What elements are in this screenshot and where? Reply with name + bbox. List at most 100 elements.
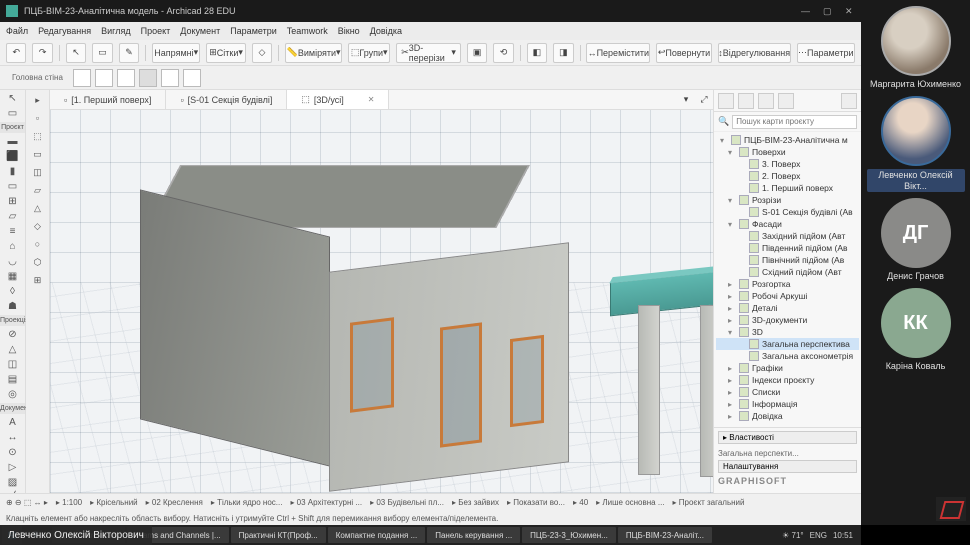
sec-tool-8[interactable]: ◇ bbox=[29, 218, 47, 234]
tree-node[interactable]: ▾ПЦБ-BIM-23-Аналітична м bbox=[716, 134, 859, 146]
sec-tool-6[interactable]: ▱ bbox=[29, 182, 47, 198]
nav-view-map-icon[interactable] bbox=[738, 93, 754, 109]
detail-tool[interactable]: ◎ bbox=[3, 388, 23, 401]
tree-node[interactable]: ▾Розрізи bbox=[716, 194, 859, 206]
roof-tool[interactable]: ⌂ bbox=[3, 240, 23, 253]
menu-довідка[interactable]: Довідка bbox=[370, 26, 402, 36]
redo-button[interactable]: ↷ bbox=[32, 43, 52, 63]
infobox-btn-4[interactable] bbox=[139, 69, 157, 87]
navigator-search-input[interactable] bbox=[732, 115, 857, 129]
taskbar-item-6[interactable]: ПЦБ-BIM-23-Аналіт... bbox=[618, 527, 712, 543]
column-tool[interactable]: ▮ bbox=[3, 165, 23, 178]
tree-node[interactable]: S-01 Секція будівлі (Ав bbox=[716, 206, 859, 218]
participant[interactable]: Левченко Олексій Вікт... bbox=[867, 96, 965, 193]
pen-tool-button[interactable]: ✎ bbox=[119, 43, 139, 63]
tree-node[interactable]: ▸Графіки bbox=[716, 362, 859, 374]
infobox-btn-3[interactable] bbox=[117, 69, 135, 87]
status-item-8[interactable]: ▸ Лише основна ... bbox=[596, 498, 664, 507]
tree-node[interactable]: Північний підйом (Ав bbox=[716, 254, 859, 266]
sec-tool-4[interactable]: ▭ bbox=[29, 146, 47, 162]
slab-tool[interactable]: ▱ bbox=[3, 210, 23, 223]
settings-button[interactable]: Налаштування bbox=[718, 460, 857, 473]
tabs-overflow-button[interactable]: ▾ bbox=[677, 94, 695, 105]
grid-dropdown[interactable]: ⊞ Сітки ▾ bbox=[206, 43, 245, 63]
tree-node[interactable]: 2. Поверх bbox=[716, 170, 859, 182]
infobox-btn-1[interactable] bbox=[73, 69, 91, 87]
move-button[interactable]: ↔ Перемістити bbox=[586, 43, 650, 63]
wall-tool[interactable]: ▬ bbox=[3, 135, 23, 148]
level-tool[interactable]: ⊙ bbox=[3, 446, 23, 459]
dim-tool[interactable]: ↔ bbox=[3, 431, 23, 444]
interior-tool[interactable]: ◫ bbox=[3, 358, 23, 371]
taskbar-item-3[interactable]: Компактне подання ... bbox=[328, 527, 426, 543]
minimize-button[interactable]: — bbox=[801, 6, 811, 16]
sec-tool-1[interactable]: ▸ bbox=[29, 92, 47, 108]
menu-документ[interactable]: Документ bbox=[180, 26, 220, 36]
tool-b-button[interactable]: ◨ bbox=[553, 43, 573, 63]
close-tab-icon[interactable]: ✕ bbox=[368, 95, 375, 104]
fill-tool[interactable]: ▨ bbox=[3, 476, 23, 489]
tree-node[interactable]: ▸Довідка bbox=[716, 410, 859, 422]
menu-проект[interactable]: Проект bbox=[141, 26, 171, 36]
tab-3d[interactable]: ⬚ [3D/усі] ✕ bbox=[287, 90, 389, 109]
groups-dropdown[interactable]: ⬚ Групи ▾ bbox=[348, 43, 390, 63]
scale-selector[interactable]: ▸ 1:100 bbox=[56, 498, 82, 507]
properties-header[interactable]: ▸ Властивості bbox=[718, 431, 857, 444]
tree-node[interactable]: Південний підйом (Ав bbox=[716, 242, 859, 254]
params-button[interactable]: ⋯ Параметри bbox=[797, 43, 855, 63]
tracking-dropdown[interactable]: Напрямні ▾ bbox=[152, 43, 200, 63]
menu-файл[interactable]: Файл bbox=[6, 26, 28, 36]
nav-publisher-icon[interactable] bbox=[778, 93, 794, 109]
camera-button[interactable]: ▣ bbox=[467, 43, 487, 63]
beam-tool[interactable]: ▭ bbox=[3, 180, 23, 193]
status-item-1[interactable]: ▸ 02 Креслення bbox=[146, 498, 203, 507]
status-item-3[interactable]: ▸ 03 Архітектурні ... bbox=[290, 498, 362, 507]
status-item-9[interactable]: ▸ Проєкт загальний bbox=[673, 498, 745, 507]
status-item-2[interactable]: ▸ Тільки ядро нос... bbox=[211, 498, 283, 507]
tree-node[interactable]: ▸Списки bbox=[716, 386, 859, 398]
window-tool[interactable]: ⊞ bbox=[3, 195, 23, 208]
stair-tool[interactable]: ≡ bbox=[3, 225, 23, 238]
tree-node[interactable]: ▾Поверхи bbox=[716, 146, 859, 158]
door-tool[interactable]: ⬛ bbox=[3, 150, 23, 163]
sec-tool-5[interactable]: ◫ bbox=[29, 164, 47, 180]
sec-tool-11[interactable]: ⊞ bbox=[29, 272, 47, 288]
tree-node[interactable]: ▸Розгортка bbox=[716, 278, 859, 290]
tree-node[interactable]: 3. Поверх bbox=[716, 158, 859, 170]
status-item-5[interactable]: ▸ Без зайвих bbox=[452, 498, 499, 507]
menu-параметри[interactable]: Параметри bbox=[230, 26, 277, 36]
sec-tool-9[interactable]: ○ bbox=[29, 236, 47, 252]
tab-floor[interactable]: ▫ [1. Перший поверх] bbox=[50, 90, 166, 109]
status-item-7[interactable]: ▸ 40 bbox=[573, 498, 588, 507]
status-item-4[interactable]: ▸ 03 Будівельні пл... bbox=[370, 498, 444, 507]
taskbar-item-4[interactable]: Панель керування ... bbox=[427, 527, 520, 543]
nav-close-icon[interactable] bbox=[841, 93, 857, 109]
back-button[interactable]: ↩ Повернути bbox=[656, 43, 712, 63]
participant[interactable]: ДГДенис Грачов bbox=[867, 198, 965, 282]
tool-a-button[interactable]: ◧ bbox=[527, 43, 547, 63]
arrow-tool[interactable]: ↖ bbox=[3, 92, 23, 105]
orbit-button[interactable]: ⟲ bbox=[493, 43, 513, 63]
sec-tool-2[interactable]: ▫ bbox=[29, 110, 47, 126]
status-item-6[interactable]: ▸ Показати во... bbox=[507, 498, 565, 507]
tree-node[interactable]: Загальна аксонометрія bbox=[716, 350, 859, 362]
taskbar-item-5[interactable]: ПЦБ-23-3_Юхимен... bbox=[522, 527, 616, 543]
close-button[interactable]: ✕ bbox=[845, 6, 855, 16]
morph-tool[interactable]: ◊ bbox=[3, 285, 23, 298]
nav-project-map-icon[interactable] bbox=[718, 93, 734, 109]
menu-вигляд[interactable]: Вигляд bbox=[101, 26, 131, 36]
tree-node[interactable]: ▸Інформація bbox=[716, 398, 859, 410]
section-tool[interactable]: ⊘ bbox=[3, 328, 23, 341]
worksheet-tool[interactable]: ▤ bbox=[3, 373, 23, 386]
maximize-button[interactable]: ▢ bbox=[823, 6, 833, 16]
marquee-tool-button[interactable]: ▭ bbox=[92, 43, 112, 63]
tabs-expand-button[interactable]: ⤢ bbox=[695, 94, 713, 105]
tree-node[interactable]: ▸Робочі Аркуші bbox=[716, 290, 859, 302]
tree-node[interactable]: ▾3D bbox=[716, 326, 859, 338]
tab-section[interactable]: ▫ [S-01 Секція будівлі] bbox=[166, 90, 287, 109]
text-tool[interactable]: A bbox=[3, 416, 23, 429]
infobox-btn-5[interactable] bbox=[161, 69, 179, 87]
nav-layout-book-icon[interactable] bbox=[758, 93, 774, 109]
tree-node[interactable]: Західний підйом (Авт bbox=[716, 230, 859, 242]
snap-button[interactable]: ◇ bbox=[252, 43, 272, 63]
